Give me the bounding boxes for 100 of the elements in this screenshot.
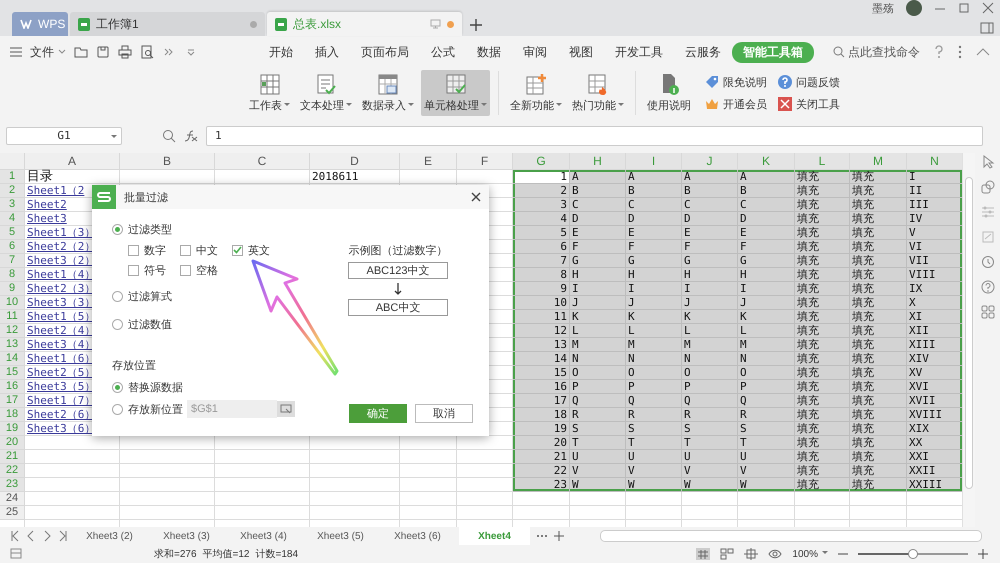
last-sheet-icon[interactable] bbox=[58, 530, 68, 542]
checkbox-option[interactable]: 数字 bbox=[128, 242, 180, 258]
ribbon-tab[interactable]: 视图 bbox=[558, 42, 604, 62]
shapes-icon[interactable] bbox=[980, 180, 994, 194]
column-header[interactable]: D bbox=[310, 153, 400, 170]
table-cell: T bbox=[738, 436, 795, 450]
history-icon[interactable] bbox=[980, 255, 994, 269]
formula-input[interactable]: 1 bbox=[206, 126, 983, 146]
command-search[interactable]: 点此查找命令 bbox=[833, 44, 920, 60]
ribbon-button[interactable]: 工作表 bbox=[246, 70, 293, 116]
pointer-icon[interactable] bbox=[980, 155, 994, 169]
table-cell: A bbox=[738, 170, 795, 184]
name-box[interactable]: G1 bbox=[6, 126, 122, 144]
page-layout-icon[interactable] bbox=[744, 548, 758, 560]
help-button[interactable]: 使用说明 bbox=[644, 70, 694, 116]
zoom-level[interactable]: 100% bbox=[792, 548, 828, 560]
table-cell: I bbox=[570, 282, 626, 296]
checkbox-option[interactable]: 中文 bbox=[180, 242, 232, 258]
table-cell: R bbox=[682, 408, 738, 422]
checkbox-option[interactable]: 空格 bbox=[180, 262, 232, 278]
logo-icon bbox=[20, 19, 32, 29]
folder-icon[interactable] bbox=[74, 45, 88, 59]
sheet-tab[interactable]: Xheet3 (6) bbox=[382, 527, 453, 545]
function-icon[interactable] bbox=[184, 128, 198, 142]
table-cell: 填充 bbox=[795, 338, 850, 352]
save-icon[interactable] bbox=[96, 45, 110, 59]
next-sheet-icon[interactable] bbox=[42, 530, 52, 542]
ribbon-tab[interactable]: 插入 bbox=[304, 42, 350, 62]
row-header[interactable]: 24 bbox=[0, 492, 25, 506]
first-sheet-icon[interactable] bbox=[10, 530, 20, 542]
avatar-icon[interactable] bbox=[906, 0, 922, 16]
close-icon bbox=[777, 96, 793, 112]
table-cell: O bbox=[682, 366, 738, 380]
ribbon-button[interactable]: 数据录入 bbox=[359, 70, 417, 116]
sliders-icon[interactable] bbox=[980, 205, 994, 219]
ribbon-tab[interactable]: 页面布局 bbox=[350, 42, 420, 62]
file-menu[interactable]: 文件 bbox=[30, 44, 66, 60]
column-header[interactable]: A bbox=[25, 153, 120, 170]
column-header[interactable]: E bbox=[400, 153, 457, 170]
horizontal-scrollbar[interactable] bbox=[600, 530, 982, 542]
close-icon[interactable] bbox=[471, 192, 481, 202]
print-preview-icon[interactable] bbox=[140, 45, 154, 59]
menu-icon[interactable] bbox=[10, 47, 22, 57]
checkbox-option[interactable]: 符号 bbox=[128, 262, 180, 278]
range-select-icon[interactable] bbox=[277, 401, 295, 417]
ribbon-tab[interactable]: 审阅 bbox=[512, 42, 558, 62]
cell-status-icon[interactable] bbox=[10, 548, 24, 560]
table-cell: XVII bbox=[907, 394, 962, 408]
document-tab[interactable]: 工作簿1 bbox=[70, 12, 265, 36]
table-cell: 填充 bbox=[850, 296, 907, 310]
add-icon[interactable] bbox=[554, 531, 564, 541]
ribbon-button[interactable]: 文本处理 bbox=[297, 70, 355, 116]
collapse-icon[interactable] bbox=[976, 47, 990, 57]
help-icon[interactable] bbox=[980, 280, 994, 294]
location-field[interactable]: $G$1 bbox=[187, 400, 277, 418]
sheet-tab[interactable]: Xheet4 bbox=[459, 527, 530, 545]
column-header[interactable]: F bbox=[457, 153, 513, 170]
table-cell: L bbox=[570, 324, 626, 338]
more-icon[interactable] bbox=[536, 534, 548, 538]
ribbon-tab[interactable]: 开发工具 bbox=[604, 42, 674, 62]
zoom-icon[interactable] bbox=[162, 128, 176, 142]
ribbon-button[interactable]: 全新功能 bbox=[507, 70, 565, 116]
sheet-tab[interactable]: Xheet3 (3) bbox=[151, 527, 222, 545]
ribbon-tab[interactable]: 公式 bbox=[420, 42, 466, 62]
help-icon[interactable] bbox=[934, 45, 944, 59]
sheet-tab[interactable]: Xheet3 (5) bbox=[305, 527, 376, 545]
column-header[interactable]: B bbox=[120, 153, 215, 170]
apps-icon[interactable] bbox=[980, 305, 994, 319]
ribbon-button[interactable]: 单元格处理 bbox=[421, 70, 490, 116]
table-cell: W bbox=[738, 478, 795, 492]
checkbox-option[interactable]: 英文 bbox=[232, 242, 284, 258]
side-panel-icon[interactable] bbox=[980, 22, 994, 34]
row-header[interactable]: 25 bbox=[0, 506, 25, 520]
close-icon[interactable] bbox=[982, 2, 994, 14]
table-cell: XII bbox=[907, 324, 962, 338]
table-cell: 填充 bbox=[795, 450, 850, 464]
table-cell: M bbox=[626, 338, 682, 352]
sheet-tab[interactable]: Xheet3 (2) bbox=[74, 527, 145, 545]
sheet-tab[interactable]: Xheet3 (4) bbox=[228, 527, 299, 545]
ribbon-tab[interactable]: 云服务 bbox=[674, 42, 732, 62]
toolbar-link[interactable]: 关闭工具 bbox=[777, 96, 840, 112]
toolbar-link[interactable]: 限免说明 bbox=[704, 74, 767, 90]
vertical-scrollbar[interactable] bbox=[962, 153, 976, 527]
more-options-icon[interactable] bbox=[958, 45, 962, 59]
ribbon-button[interactable]: 热门功能 bbox=[569, 70, 627, 116]
toolbar-link[interactable]: 开通会员 bbox=[704, 96, 767, 112]
previous-sheet-icon[interactable] bbox=[26, 530, 36, 542]
toolbar-link[interactable]: 问题反馈 bbox=[777, 74, 840, 90]
ribbon-tab[interactable]: 数据 bbox=[466, 42, 512, 62]
eye-icon[interactable] bbox=[768, 548, 782, 560]
print-icon[interactable] bbox=[118, 45, 132, 59]
zoom-in-icon[interactable] bbox=[978, 549, 988, 559]
table-cell: XVIII bbox=[907, 408, 962, 422]
page-break-icon[interactable] bbox=[720, 548, 734, 560]
ribbon-tab[interactable]: 开始 bbox=[258, 42, 304, 62]
maximize-icon[interactable] bbox=[958, 2, 970, 14]
add-icon[interactable] bbox=[470, 19, 482, 31]
normal-view-icon[interactable] bbox=[696, 548, 710, 560]
column-header[interactable]: C bbox=[215, 153, 310, 170]
cancel-button[interactable]: 取消 bbox=[415, 404, 473, 423]
